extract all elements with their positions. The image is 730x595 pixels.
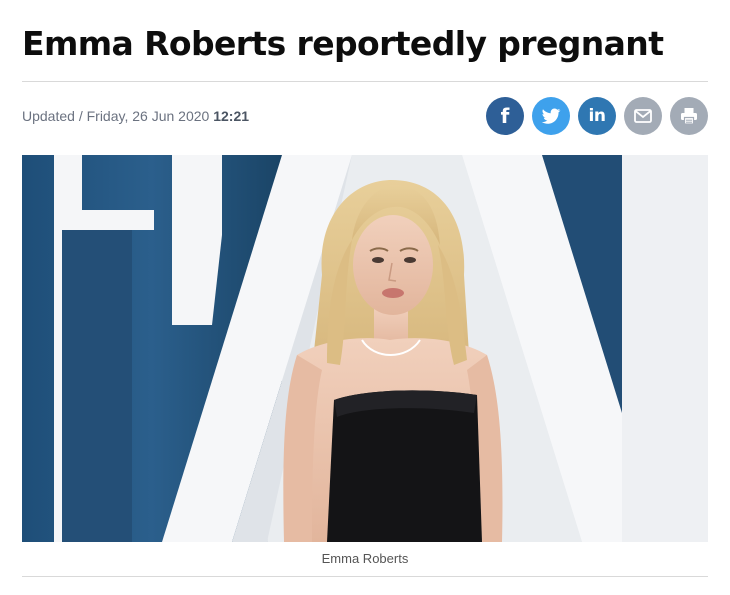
hero-image xyxy=(22,155,708,542)
article: Emma Roberts reportedly pregnant Updated… xyxy=(0,0,730,595)
share-bar: f in xyxy=(486,97,708,135)
caption-divider xyxy=(22,576,708,577)
print-icon xyxy=(681,108,697,125)
updated-label: Updated / Friday, 26 Jun 2020 xyxy=(22,108,210,124)
twitter-icon xyxy=(541,108,561,124)
facebook-share-button[interactable]: f xyxy=(486,97,524,135)
print-button[interactable] xyxy=(670,97,708,135)
headline-divider xyxy=(22,81,708,82)
hero-photo xyxy=(22,155,708,542)
facebook-icon: f xyxy=(500,104,510,128)
email-icon xyxy=(634,109,652,123)
updated-timestamp: Updated / Friday, 26 Jun 2020 12:21 xyxy=(22,108,249,124)
email-share-button[interactable] xyxy=(624,97,662,135)
linkedin-icon: in xyxy=(588,105,606,126)
image-caption: Emma Roberts xyxy=(321,551,409,566)
linkedin-share-button[interactable]: in xyxy=(578,97,616,135)
twitter-share-button[interactable] xyxy=(532,97,570,135)
updated-time: 12:21 xyxy=(213,108,250,124)
headline: Emma Roberts reportedly pregnant xyxy=(22,24,664,63)
